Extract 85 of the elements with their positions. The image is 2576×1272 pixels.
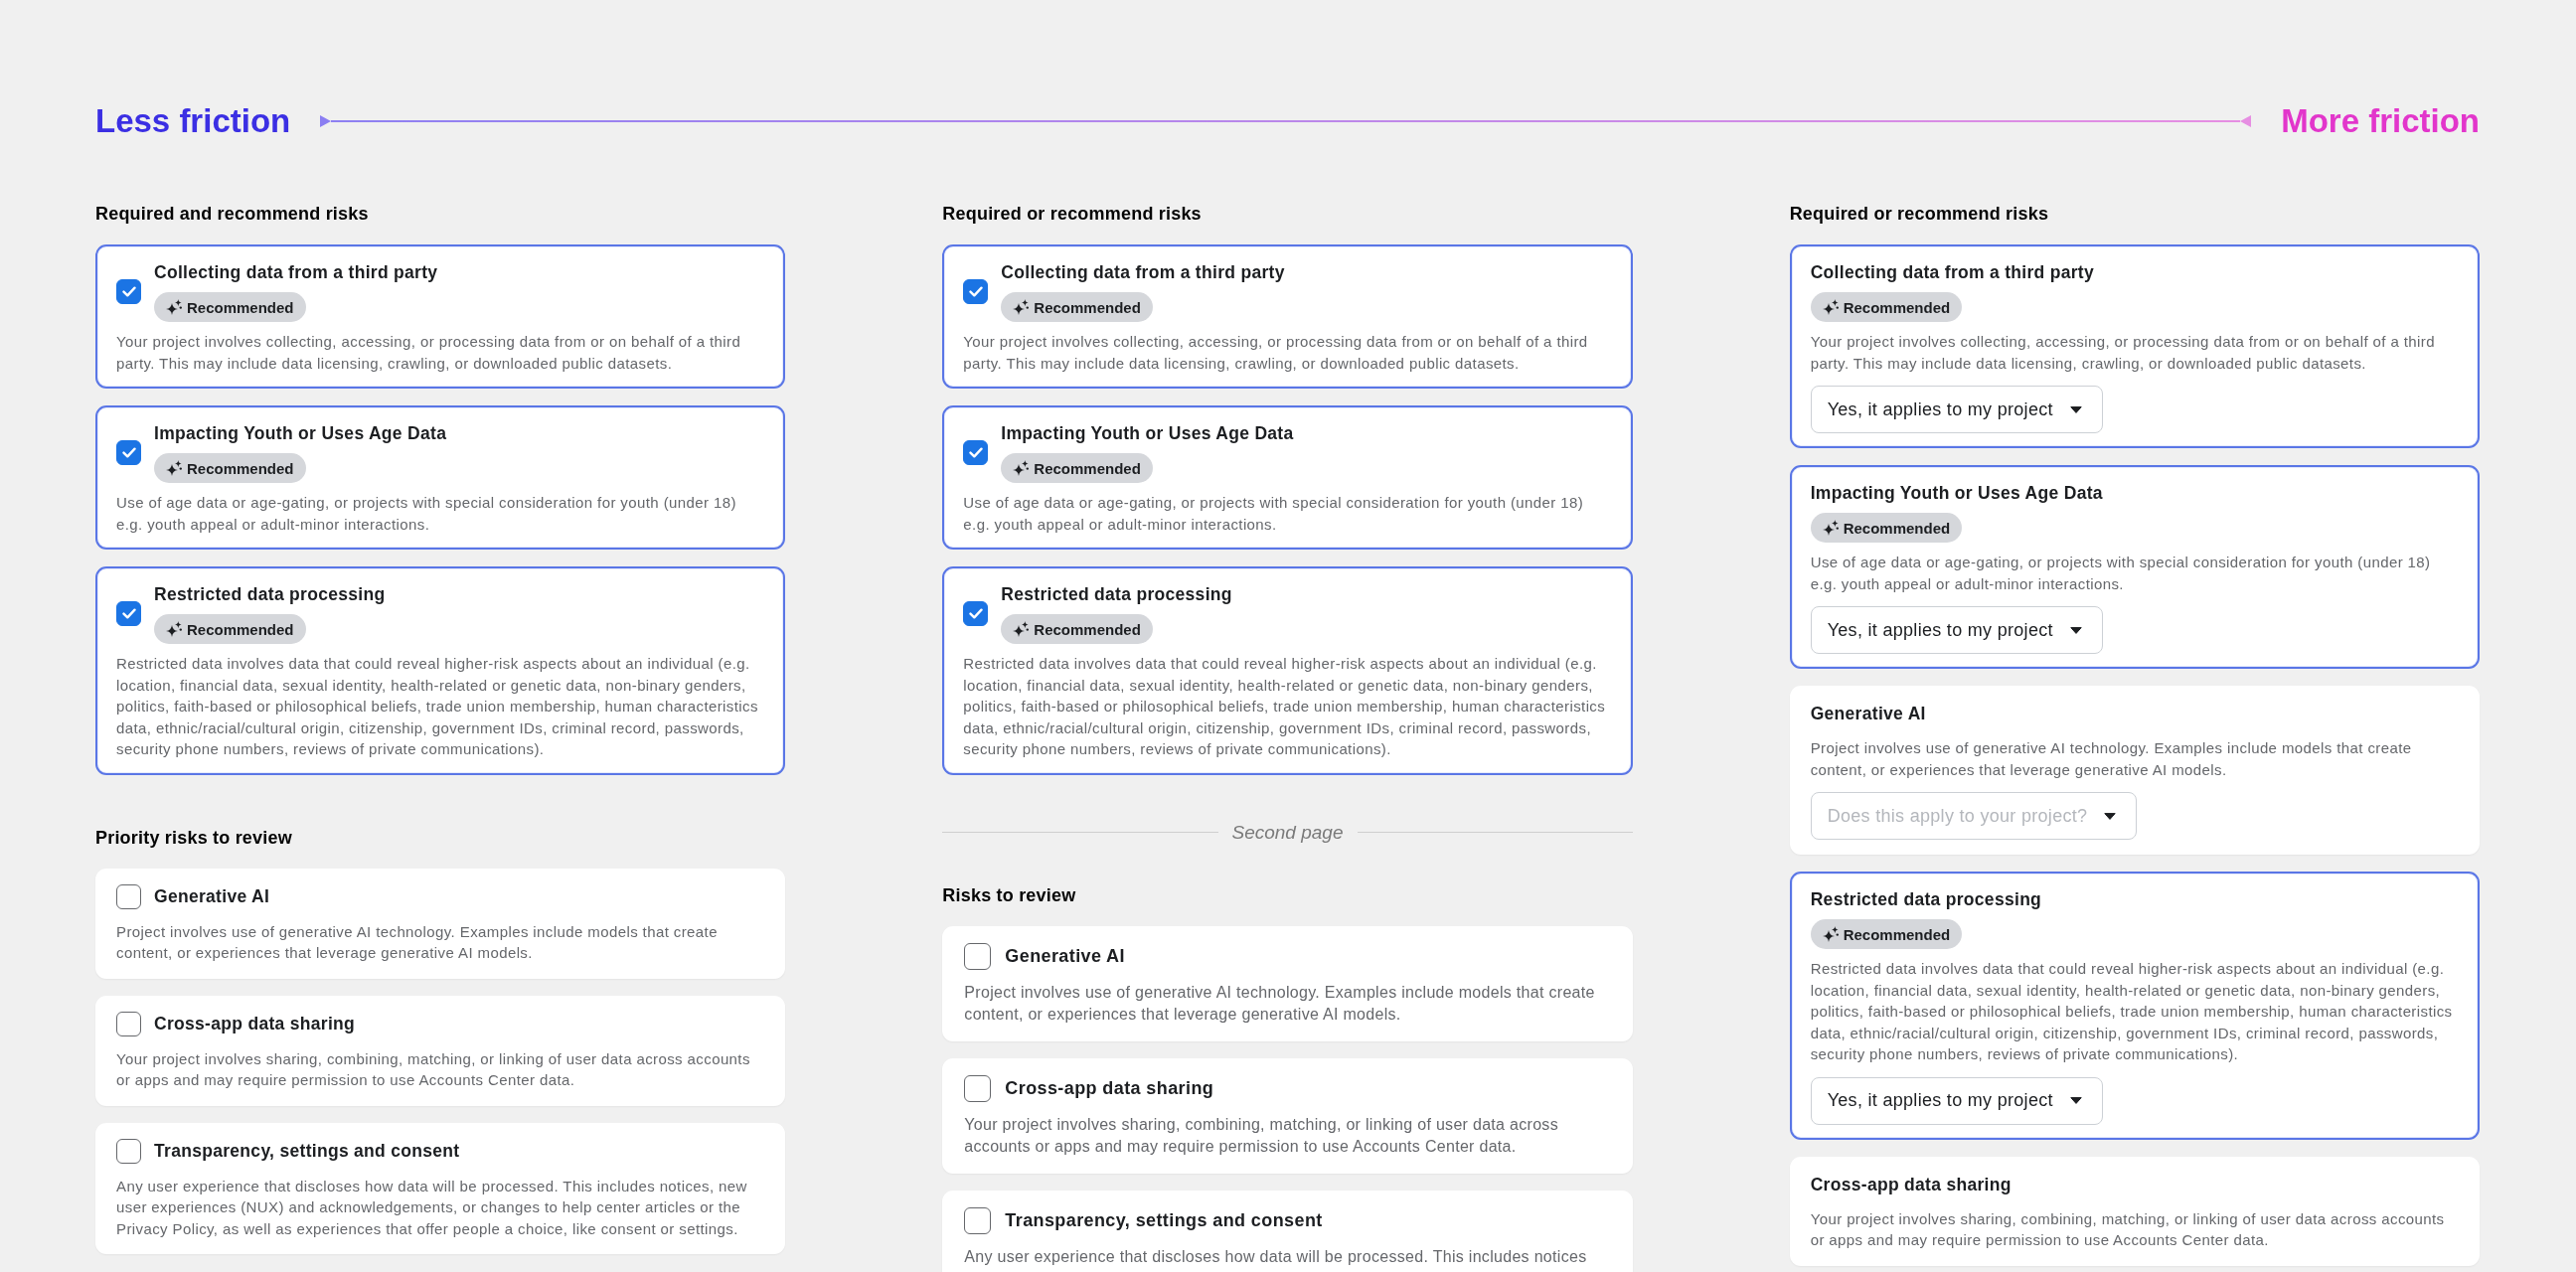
recommended-label: Recommended xyxy=(1034,298,1141,316)
recommended-label: Recommended xyxy=(187,298,294,316)
dropdown[interactable]: Yes, it applies to my project xyxy=(1810,386,2103,433)
risk-description: Use of age data or age-gating, or projects with special consideration for youth (under 18) e.g. youth appeal or adult-minor interactions. xyxy=(963,493,1585,535)
section-heading: Required or recommend risks xyxy=(942,203,1203,226)
checkmark-icon xyxy=(121,446,136,458)
risk-title: Generative AI xyxy=(1810,703,1926,725)
sparkle-icon xyxy=(166,299,182,315)
sparkle-icon xyxy=(1822,926,1839,942)
risk-description: Project involves use of generative AI technology. Examples include models that create content, or experiences that leverage generative AI models. xyxy=(116,921,719,963)
recommended-label: Recommended xyxy=(187,459,294,477)
checkbox[interactable] xyxy=(116,439,141,465)
sparkle-icon xyxy=(166,460,182,476)
risk-title: Generative AI xyxy=(154,885,270,908)
sparkle-icon xyxy=(166,621,182,637)
risk-title: Cross-app data sharing xyxy=(1810,1173,2012,1196)
checkbox[interactable] xyxy=(964,942,992,970)
caret-icon xyxy=(2069,405,2082,413)
dropdown[interactable]: Yes, it applies to my project xyxy=(1810,1076,2103,1125)
checkbox[interactable] xyxy=(116,278,141,304)
risk-description: Your project involves sharing, combining, matching, or linking of user data across accounts or apps and may require permission to use Accounts Center data. xyxy=(116,1048,751,1090)
risk-title: Impacting Youth or Uses Age Data xyxy=(1001,422,1294,445)
caret-icon xyxy=(2104,812,2117,820)
checkmark-icon xyxy=(968,285,983,297)
checkbox[interactable] xyxy=(963,600,989,626)
checkbox[interactable] xyxy=(116,883,141,909)
risk-description: Project involves use of generative AI technology. Examples include models that create content, or experiences that leverage generative AI models. xyxy=(964,982,1596,1025)
risk-title: Collecting data from a third party xyxy=(1810,261,2095,284)
risk-description: Your project involves collecting, accessing, or processing data from or on behalf of a third party. This may include data licensing, crawling, or downloaded public datasets. xyxy=(1810,332,2436,374)
risk-title: Transparency, settings and consent xyxy=(1005,1208,1323,1232)
risk-title: Restricted data processing xyxy=(1810,888,2042,911)
risk-description: Use of age data or age-gating, or projects with special consideration for youth (under 18) e.g. youth appeal or adult-minor interactions. xyxy=(116,493,737,535)
risk-title: Cross-app data sharing xyxy=(1005,1076,1214,1100)
recommended-label: Recommended xyxy=(1843,925,1951,943)
checkbox[interactable] xyxy=(116,1138,141,1164)
dropdown[interactable]: Yes, it applies to my project xyxy=(1810,606,2103,654)
risk-title: Transparency, settings and consent xyxy=(154,1140,460,1163)
risk-title: Collecting data from a third party xyxy=(154,261,438,284)
checkbox[interactable] xyxy=(963,278,989,304)
sparkle-icon xyxy=(1013,299,1030,315)
risk-description: Any user experience that discloses how data will be processed. This includes notices xyxy=(964,1246,1588,1267)
checkmark-icon xyxy=(121,285,136,297)
risk-title: Restricted data processing xyxy=(1001,583,1232,606)
checkmark-icon xyxy=(968,446,983,458)
checkbox[interactable] xyxy=(964,1206,992,1234)
risk-description: Restricted data involves data that could reveal higher-risk aspects about an individual (e.g. location, financial data, sexual identity, health-related or genetic data, non-binary genders, politics, faith-based or philosophical beliefs, trade union membership, human characteristics data, ethnic/racial/cultural origin, citizenship, government IDs, criminal record, passwords, security phone numbers, reviews of private communications). xyxy=(1810,959,2454,1064)
sparkle-icon xyxy=(1013,621,1030,637)
section-heading: Required or recommend risks xyxy=(1789,203,2050,226)
risk-title: Cross-app data sharing xyxy=(154,1013,356,1035)
risk-description: Your project involves sharing, combining, matching, or linking of user data across accounts or apps and may require permission to use Accounts Center data. xyxy=(1810,1208,2446,1250)
checkbox[interactable] xyxy=(964,1074,992,1102)
section-heading: Priority risks to review xyxy=(95,826,293,850)
sparkle-icon xyxy=(1822,299,1839,315)
risk-description: Any user experience that discloses how data will be processed. This includes notices, new user experiences (NUX) and acknowledgements, or changes to help center articles or the Privacy Policy, as well as experiences that offer people a choice, like consent or settings. xyxy=(116,1176,748,1239)
risk-title: Impacting Youth or Uses Age Data xyxy=(1810,482,2103,505)
risk-description: Restricted data involves data that could reveal higher-risk aspects about an individual (e.g. location, financial data, sexual identity, health-related or genetic data, non-binary genders, politics, faith-based or philosophical beliefs, trade union membership, human characteristics data, ethnic/racial/cultural origin, citizenship, government IDs, criminal record, passwords, security phone numbers, reviews of private communications). xyxy=(116,654,759,759)
recommended-label: Recommended xyxy=(187,620,294,638)
recommended-label: Recommended xyxy=(1034,620,1141,638)
checkmark-icon xyxy=(121,607,136,619)
caret-icon xyxy=(2069,1097,2082,1104)
risk-description: Use of age data or age-gating, or projects with special consideration for youth (under 18) e.g. youth appeal or adult-minor interactions. xyxy=(1810,553,2432,594)
risk-title: Restricted data processing xyxy=(154,583,386,606)
section-heading: Risks to review xyxy=(942,883,1077,907)
checkmark-icon xyxy=(968,607,983,619)
risk-title: Impacting Youth or Uses Age Data xyxy=(154,422,447,445)
checkbox[interactable] xyxy=(116,600,141,626)
risk-title: Generative AI xyxy=(1005,944,1125,968)
risk-description: Your project involves collecting, accessing, or processing data from or on behalf of a third party. This may include data licensing, crawling, or downloaded public datasets. xyxy=(963,332,1589,374)
caret-icon xyxy=(2069,626,2082,634)
section-heading: Required and recommend risks xyxy=(95,203,370,226)
recommended-label: Recommended xyxy=(1843,519,1951,537)
recommended-label: Recommended xyxy=(1034,459,1141,477)
sparkle-icon xyxy=(1013,460,1030,476)
scale-end-label: More friction xyxy=(2281,101,2480,141)
checkbox[interactable] xyxy=(963,439,989,465)
recommended-label: Recommended xyxy=(1843,298,1951,316)
risk-description: Your project involves collecting, accessing, or processing data from or on behalf of a third party. This may include data licensing, crawling, or downloaded public datasets. xyxy=(116,332,742,374)
risk-description: Restricted data involves data that could reveal higher-risk aspects about an individual (e.g. location, financial data, sexual identity, health-related or genetic data, non-binary genders, politics, faith-based or philosophical beliefs, trade union membership, human characteristics data, ethnic/racial/cultural origin, citizenship, government IDs, criminal record, passwords, security phone numbers, reviews of private communications). xyxy=(963,654,1607,759)
risk-description: Your project involves sharing, combining, matching, or linking of user data across accounts or apps and may require permission to use Accounts Center data. xyxy=(964,1114,1559,1157)
risk-title: Collecting data from a third party xyxy=(1001,261,1285,284)
sparkle-icon xyxy=(1822,520,1839,536)
scale-start-label: Less friction xyxy=(95,101,291,141)
page-divider-label: Second page xyxy=(1231,820,1344,845)
risk-description: Project involves use of generative AI technology. Examples include models that create content, or experiences that leverage generative AI models. xyxy=(1810,738,2413,780)
checkbox[interactable] xyxy=(116,1011,141,1036)
